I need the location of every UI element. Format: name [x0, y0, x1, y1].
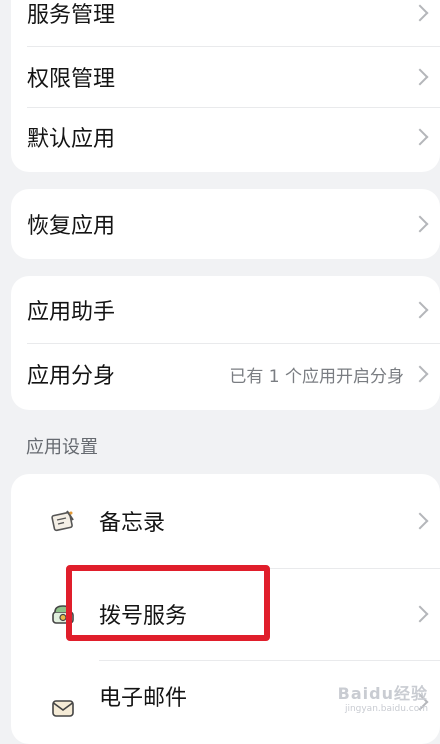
list-item-label: 恢复应用 [27, 214, 116, 239]
chevron-right-icon [411, 128, 429, 146]
list-item-label: 应用助手 [27, 299, 116, 325]
settings-card-2: 恢复应用 [11, 189, 440, 259]
chevron-right-icon [411, 68, 429, 85]
settings-card-1: 服务管理 权限管理 默认应用 [11, 0, 440, 172]
list-item-label: 电子邮件 [99, 686, 188, 711]
list-item-permission-management[interactable]: 权限管理 [11, 46, 440, 107]
list-item-label: 默认应用 [27, 127, 116, 152]
chevron-right-icon [411, 605, 429, 623]
email-icon [49, 694, 77, 722]
section-title-app-settings: 应用设置 [26, 437, 98, 458]
watermark-url: jingyan.baidu.com [344, 704, 428, 714]
watermark-text: Baidu经验 [337, 684, 428, 703]
list-item-label: 备忘录 [99, 511, 166, 536]
watermark: Baidu经验 jingyan.baidu.com [338, 680, 428, 714]
list-item-service-management[interactable]: 服务管理 [11, 0, 440, 46]
list-item-default-apps[interactable]: 默认应用 [11, 107, 440, 167]
list-item-label: 应用分身 [27, 364, 116, 389]
app-twin-status: 已有 1 个应用开启分身 [229, 366, 404, 387]
memo-icon [49, 507, 77, 535]
list-item-app-assistant[interactable]: 应用助手 [11, 276, 440, 343]
list-item-label: 权限管理 [27, 66, 116, 92]
highlight-annotation [66, 565, 270, 641]
list-item-memo[interactable]: 备忘录 [11, 474, 440, 568]
list-item-restore-apps[interactable]: 恢复应用 [11, 189, 440, 259]
chevron-right-icon [411, 4, 429, 22]
settings-card-3: 应用助手 应用分身 已有 1 个应用开启分身 [11, 276, 440, 410]
chevron-right-icon [411, 512, 429, 530]
list-item-app-twin[interactable]: 应用分身 已有 1 个应用开启分身 [11, 343, 440, 405]
chevron-right-icon [411, 301, 429, 318]
list-item-label: 服务管理 [27, 3, 116, 28]
chevron-right-icon [411, 365, 429, 383]
chevron-right-icon [411, 215, 429, 233]
